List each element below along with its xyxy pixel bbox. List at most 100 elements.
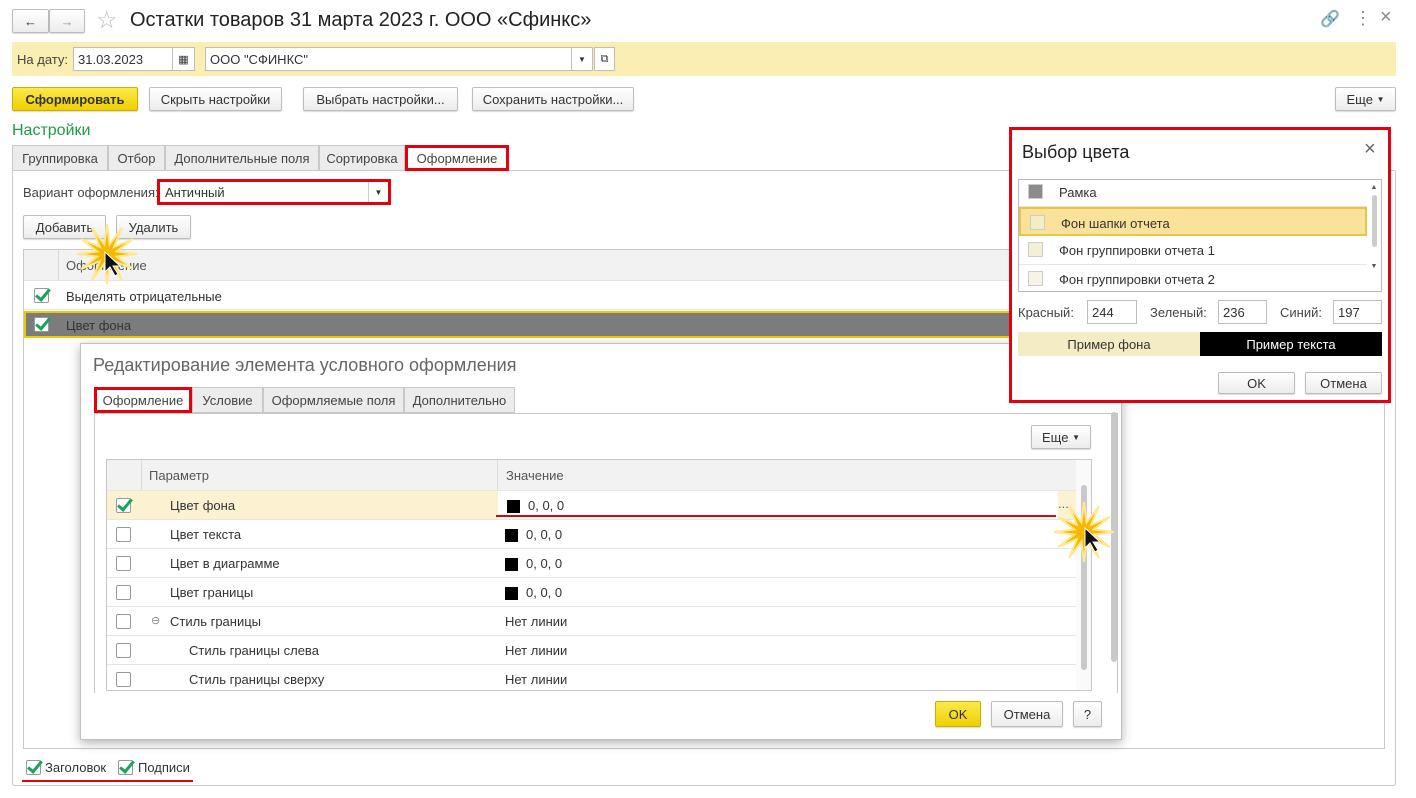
more-button[interactable]: Еще ▼ <box>1335 87 1396 111</box>
tab-extra-fields[interactable]: Дополнительные поля <box>165 145 319 171</box>
date-input[interactable]: 31.03.2023 <box>73 47 173 71</box>
more-button[interactable]: Еще ▼ <box>1031 425 1091 449</box>
tab-filter[interactable]: Отбор <box>108 145 165 171</box>
row-checkbox[interactable] <box>34 317 49 332</box>
text-sample: Пример текста <box>1200 332 1382 356</box>
link-icon[interactable]: 🔗 <box>1320 9 1340 29</box>
value-text: Нет линии <box>505 672 568 687</box>
color-list-item[interactable]: Фон шапки отчета <box>1019 207 1367 236</box>
chevron-down-icon: ▼ <box>1376 94 1385 104</box>
table-row[interactable]: ⊖ Стиль границы Нет линии <box>107 607 1076 636</box>
back-button[interactable]: ← <box>12 9 49 33</box>
open-icon[interactable]: ⧉ <box>594 47 615 71</box>
tab-appearance[interactable]: Оформление <box>405 145 509 171</box>
more-icon[interactable]: ⋮ <box>1354 8 1372 29</box>
table-row[interactable]: Цвет в диаграмме 0, 0, 0 <box>107 549 1076 578</box>
parameter-name: Цвет текста <box>170 527 242 542</box>
row-checkbox[interactable] <box>116 643 131 658</box>
color-list-item[interactable]: Фон группировки отчета 1 <box>1019 236 1367 265</box>
tab-additional[interactable]: Дополнительно <box>404 387 515 413</box>
row-checkbox[interactable] <box>116 672 131 687</box>
calendar-icon[interactable]: ▦ <box>172 47 195 71</box>
parameter-value[interactable]: Нет линии <box>505 643 567 658</box>
parameters-table: Параметр Значение Цвет фона 0, 0, 0 ... … <box>106 459 1092 691</box>
close-icon[interactable]: × <box>1364 138 1376 161</box>
color-dialog: Выбор цвета × ▲ ▼ Рамка Фон шапки отчета Фо… <box>1009 127 1391 403</box>
ok-button[interactable]: OK <box>935 701 981 727</box>
color-item-label: Фон группировки отчета 2 <box>1059 272 1215 287</box>
captions-checkbox-label: Подписи <box>138 760 190 775</box>
star-icon[interactable]: ☆ <box>96 6 118 35</box>
parameter-value[interactable]: 0, 0, 0 <box>505 585 563 601</box>
dialog-title: Редактирование элемента условного оформл… <box>93 355 517 375</box>
date-label: На дату: <box>17 52 68 67</box>
color-list-item[interactable]: Рамка <box>1019 180 1367 207</box>
scrollbar[interactable] <box>1076 460 1091 690</box>
green-label: Зеленый: <box>1150 305 1207 320</box>
table-row[interactable]: Стиль границы сверху Нет линии <box>107 665 1076 690</box>
parameter-value[interactable]: Нет линии <box>505 672 567 687</box>
row-checkbox[interactable] <box>116 614 131 629</box>
variant-label: Вариант оформления: <box>23 185 159 200</box>
color-swatch <box>1028 184 1043 199</box>
row-checkbox[interactable] <box>116 585 131 600</box>
tab-formatted-fields[interactable]: Оформляемые поля <box>263 387 404 413</box>
tab-appearance[interactable]: Оформление <box>94 387 192 413</box>
variant-select[interactable]: Античный <box>157 179 391 205</box>
save-settings-button[interactable]: Сохранить настройки... <box>472 87 634 111</box>
highlight-underline <box>496 515 1056 517</box>
title-checkbox[interactable] <box>26 760 41 775</box>
dialog-title: Выбор цвета <box>1022 142 1130 162</box>
color-list-item[interactable]: Фон группировки отчета 2 <box>1019 265 1367 291</box>
highlight-underline <box>22 780 193 782</box>
row-checkbox[interactable] <box>34 288 49 303</box>
tab-sorting[interactable]: Сортировка <box>319 145 405 171</box>
color-item-label: Рамка <box>1059 185 1097 200</box>
column-header-parameter: Параметр <box>149 468 209 483</box>
help-button[interactable]: ? <box>1073 701 1102 727</box>
blue-input[interactable]: 197 <box>1333 300 1382 324</box>
collapse-icon[interactable]: ⊖ <box>151 614 160 627</box>
more-label: Еще <box>1042 429 1069 445</box>
forward-button[interactable]: → <box>49 9 85 33</box>
generate-button[interactable]: Сформировать <box>12 87 138 111</box>
tab-condition[interactable]: Условие <box>192 387 263 413</box>
green-input[interactable]: 236 <box>1218 300 1267 324</box>
parameter-name: Стиль границы <box>170 614 262 629</box>
chevron-down-icon[interactable]: ▼ <box>368 182 388 202</box>
color-swatch <box>505 529 518 543</box>
row-checkbox[interactable] <box>116 527 131 542</box>
red-input[interactable]: 244 <box>1087 300 1137 324</box>
edit-dialog: Редактирование элемента условного оформл… <box>80 343 1122 740</box>
color-swatch <box>505 587 518 601</box>
dropdown-icon[interactable]: ▼ <box>571 47 593 71</box>
organization-input[interactable]: ООО "СФИНКС" <box>205 47 572 71</box>
tab-grouping[interactable]: Группировка <box>12 145 108 171</box>
table-row[interactable]: Цвет границы 0, 0, 0 <box>107 578 1076 607</box>
value-text: 0, 0, 0 <box>526 556 563 571</box>
parameter-value[interactable]: Нет линии <box>505 614 567 629</box>
value-text: Нет линии <box>505 614 568 629</box>
cancel-button[interactable]: Отмена <box>1305 372 1382 394</box>
choose-settings-button[interactable]: Выбрать настройки... <box>303 87 458 111</box>
row-checkbox[interactable] <box>116 556 131 571</box>
click-highlight-icon <box>76 223 138 285</box>
value-text: 0, 0, 0 <box>526 585 563 600</box>
ok-button[interactable]: OK <box>1218 372 1295 394</box>
row-checkbox[interactable] <box>116 498 131 513</box>
close-icon[interactable]: × <box>1380 6 1392 29</box>
parameter-name: Стиль границы слева <box>189 643 319 658</box>
scrollbar[interactable]: ▲ ▼ <box>1367 180 1381 291</box>
hide-settings-button[interactable]: Скрыть настройки <box>149 87 282 111</box>
captions-checkbox[interactable] <box>118 760 133 775</box>
value-text: Нет линии <box>505 643 568 658</box>
parameter-value[interactable]: 0, 0, 0 <box>505 556 563 572</box>
color-item-label: Фон группировки отчета 1 <box>1059 243 1215 258</box>
table-row[interactable]: Цвет текста 0, 0, 0 <box>107 520 1076 549</box>
cancel-button[interactable]: Отмена <box>991 701 1063 727</box>
parameter-value[interactable]: 0, 0, 0 <box>505 527 562 543</box>
background-sample: Пример фона <box>1018 332 1200 356</box>
color-list: ▲ ▼ Рамка Фон шапки отчета Фон группировки … <box>1018 179 1382 292</box>
parameter-name: Цвет фона <box>170 498 236 513</box>
table-row[interactable]: Стиль границы слева Нет линии <box>107 636 1076 665</box>
